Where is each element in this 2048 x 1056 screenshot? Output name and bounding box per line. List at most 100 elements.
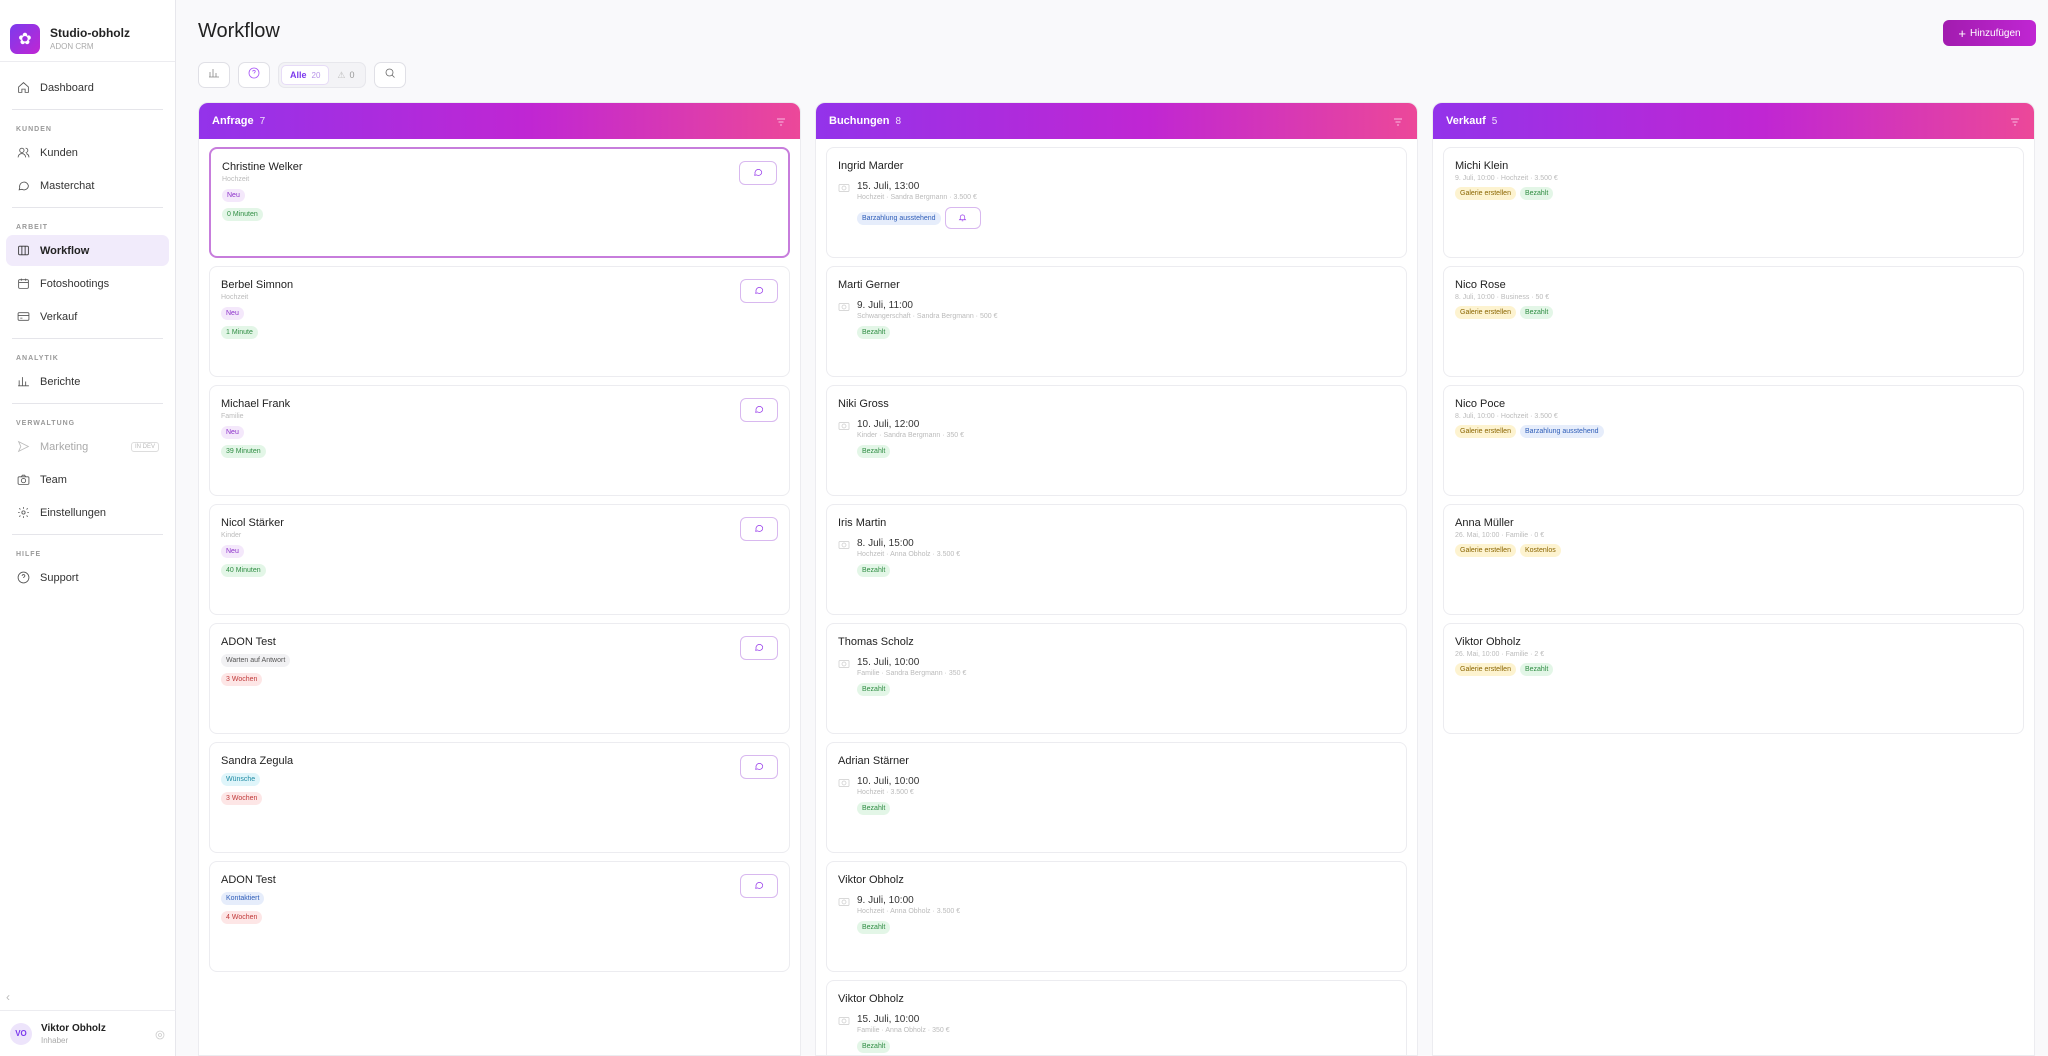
chat-icon	[754, 877, 764, 895]
sale-meta: 8. Juli, 10:00 · Business · 50 €	[1455, 294, 1550, 301]
card-name: Ingrid Marder	[838, 160, 904, 172]
filter-icon[interactable]	[2009, 115, 2021, 127]
search-button[interactable]	[373, 62, 406, 88]
gear-icon	[16, 506, 30, 520]
booking-card[interactable]: Thomas Scholz 15. Juli, 10:00 Familie · …	[826, 623, 1407, 734]
column-count: 5	[1491, 115, 1498, 127]
bar-chart-icon	[208, 66, 220, 84]
sidebar-item-label: Team	[40, 473, 67, 486]
chat-button[interactable]	[740, 517, 778, 541]
filter-warnings[interactable]: ⚠ 0	[329, 65, 362, 85]
sidebar-item-kunden[interactable]: Kunden	[6, 137, 169, 168]
sidebar-item-verkauf[interactable]: Verkauf	[6, 301, 169, 332]
workflow-card[interactable]: Michael Frank Familie Neu 39 Minuten	[209, 385, 790, 496]
sale-card[interactable]: Michi Klein 9. Juli, 10:00 · Hochzeit · …	[1443, 147, 2024, 258]
chat-button[interactable]	[740, 636, 778, 660]
card-name: ADON Test	[221, 874, 276, 886]
sidebar-item-fotoshootings[interactable]: Fotoshootings	[6, 268, 169, 299]
card-name: Sandra Zegula	[221, 755, 294, 767]
user-role: Inhaber	[41, 1035, 69, 1045]
chat-button[interactable]	[740, 279, 778, 303]
brand-name: Studio-obholz	[50, 26, 130, 40]
card-type: Familie	[221, 413, 244, 420]
help-circle-icon	[248, 66, 260, 84]
booking-card[interactable]: Marti Gerner 9. Juli, 11:00 Schwangersch…	[826, 266, 1407, 377]
camera-icon	[838, 537, 850, 549]
sidebar-item-label: Workflow	[40, 244, 90, 257]
sidebar-item-dashboard[interactable]: Dashboard	[6, 72, 169, 103]
time-badge: 3 Wochen	[221, 792, 263, 805]
workflow-card[interactable]: ADON Test Kontaktiert 4 Wochen	[209, 861, 790, 972]
user-settings-icon[interactable]	[154, 1028, 166, 1040]
gallery-badge: Galerie erstellen	[1455, 544, 1516, 557]
section-label-kunden: KUNDEN	[16, 126, 52, 133]
add-button[interactable]: + Hinzufügen	[1943, 20, 2036, 46]
sidebar-item-support[interactable]: Support	[6, 562, 169, 593]
chat-button[interactable]	[740, 755, 778, 779]
brand[interactable]: ✿ Studio-obholz ADON CRM	[0, 0, 175, 62]
sale-card[interactable]: Anna Müller 26. Mai, 10:00 · Familie · 0…	[1443, 504, 2024, 615]
sidebar-item-workflow[interactable]: Workflow	[6, 235, 169, 266]
booking-card[interactable]: Ingrid Marder 15. Juli, 13:00 Hochzeit ·…	[826, 147, 1407, 258]
camera-icon	[838, 180, 850, 192]
chat-icon	[753, 164, 763, 182]
chat-button[interactable]	[740, 874, 778, 898]
booking-card[interactable]: Iris Martin 8. Juli, 15:00 Hochzeit · An…	[826, 504, 1407, 615]
workflow-card[interactable]: Christine Welker Hochzeit Neu 0 Minuten	[209, 147, 790, 258]
booking-card[interactable]: Viktor Obholz 15. Juli, 10:00 Familie · …	[826, 980, 1407, 1055]
booking-date: 15. Juli, 10:00	[857, 1013, 920, 1025]
time-badge: 1 Minute	[221, 326, 258, 339]
workflow-card[interactable]: Berbel Simnon Hochzeit Neu 1 Minute	[209, 266, 790, 377]
filter-icon[interactable]	[775, 115, 787, 127]
status-badge: Warten auf Antwort	[221, 654, 291, 667]
sidebar-item-berichte[interactable]: Berichte	[6, 366, 169, 397]
workflow-card[interactable]: Nicol Stärker Kinder Neu 40 Minuten	[209, 504, 790, 615]
stats-button[interactable]	[198, 62, 230, 88]
card-name: Michael Frank	[221, 398, 291, 410]
sidebar-item-marketing[interactable]: Marketing IN DEV	[6, 431, 169, 462]
card-name: ADON Test	[221, 636, 276, 648]
camera-icon	[838, 894, 850, 906]
payment-badge: Bezahlt	[857, 683, 891, 696]
user-profile[interactable]: VO Viktor Obholz Inhaber	[0, 1010, 176, 1056]
sidebar-item-label: Berichte	[40, 375, 81, 388]
chat-button[interactable]	[739, 161, 777, 185]
card-name: Adrian Stärner	[838, 755, 909, 767]
booking-card[interactable]: Adrian Stärner 10. Juli, 10:00 Hochzeit …	[826, 742, 1407, 853]
time-badge: 0 Minuten	[222, 208, 263, 221]
workflow-card[interactable]: Sandra Zegula Wünsche 3 Wochen	[209, 742, 790, 853]
card-name: Nico Rose	[1455, 279, 1506, 291]
column-count: 8	[895, 115, 902, 127]
filter-icon[interactable]	[1392, 115, 1404, 127]
chat-button[interactable]	[740, 398, 778, 422]
sale-card[interactable]: Nico Poce 8. Juli, 10:00 · Hochzeit · 3.…	[1443, 385, 2024, 496]
payment-badge: Bezahlt	[1519, 187, 1554, 200]
booking-card[interactable]: Niki Gross 10. Juli, 12:00 Kinder · Sand…	[826, 385, 1407, 496]
booking-card[interactable]: Viktor Obholz 9. Juli, 10:00 Hochzeit · …	[826, 861, 1407, 972]
card-type: Hochzeit	[221, 294, 249, 301]
collapse-sidebar-icon[interactable]: ‹	[6, 990, 10, 1004]
time-badge: 39 Minuten	[221, 445, 266, 458]
help-circle-icon	[16, 571, 30, 585]
payment-badge: Barzahlung ausstehend	[857, 211, 941, 225]
sale-card[interactable]: Viktor Obholz 26. Mai, 10:00 · Familie ·…	[1443, 623, 2024, 734]
help-button[interactable]	[238, 62, 270, 88]
status-badge: Wünsche	[221, 773, 261, 786]
status-badge: Neu	[221, 426, 244, 439]
sidebar-item-label: Einstellungen	[40, 506, 107, 519]
payment-badge: Bezahlt	[857, 1040, 891, 1053]
booking-date: 9. Juli, 11:00	[857, 299, 913, 311]
sidebar-item-team[interactable]: Team	[6, 464, 169, 495]
card-name: Marti Gerner	[838, 279, 900, 291]
card-name: Nicol Stärker	[221, 517, 284, 529]
workflow-card[interactable]: ADON Test Warten auf Antwort 3 Wochen	[209, 623, 790, 734]
plus-icon: +	[1958, 25, 1966, 41]
sale-card[interactable]: Nico Rose 8. Juli, 10:00 · Business · 50…	[1443, 266, 2024, 377]
reminder-button[interactable]	[944, 207, 981, 229]
booking-meta: Hochzeit · Sandra Bergmann · 3.500 €	[857, 194, 977, 201]
filter-all[interactable]: Alle 20	[281, 65, 330, 85]
sidebar-item-masterchat[interactable]: Masterchat	[6, 170, 169, 201]
camera-icon	[838, 775, 850, 787]
sidebar-item-einstellungen[interactable]: Einstellungen	[6, 497, 169, 528]
card-name: Iris Martin	[838, 517, 887, 529]
